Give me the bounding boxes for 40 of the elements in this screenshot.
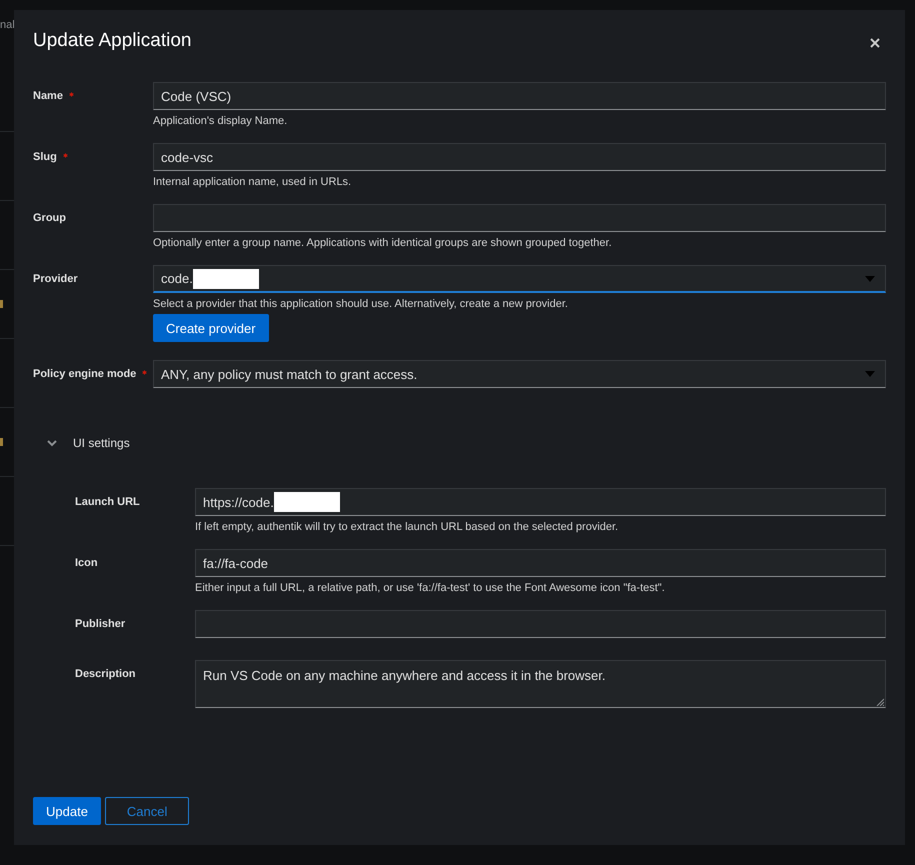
helper-text: Internal application name, used in URLs. <box>153 176 352 188</box>
background-text: nal <box>0 19 15 31</box>
resize-handle-icon <box>876 698 884 706</box>
text-area[interactable]: Run VS Code on any machine anywhere and access it in the browser. <box>195 660 886 708</box>
chevron-icon[interactable] <box>47 440 57 446</box>
field-label: Slug <box>33 151 57 163</box>
dialog-title: Update Application <box>33 30 192 52</box>
field-label: Publisher <box>75 618 126 630</box>
caret-icon <box>865 371 875 377</box>
helper-text: Optionally enter a group name. Applications with identical groups are shown grouped together. <box>153 237 613 249</box>
update-button[interactable]: Update <box>33 797 101 825</box>
input-field[interactable]: Code (VSC) <box>153 82 886 110</box>
close-icon[interactable] <box>870 38 880 48</box>
helper-text: Select a provider that this application should use. Alternatively, create a new provider. <box>153 298 569 310</box>
select-field[interactable]: code. <box>153 265 886 293</box>
required-icon <box>62 153 68 158</box>
cancel-button[interactable]: Cancel <box>104 797 190 825</box>
helper-text: Application's display Name. <box>153 115 288 127</box>
field-label: Policy engine mode <box>33 368 136 380</box>
input-field[interactable] <box>153 204 886 232</box>
field-label: Launch URL <box>75 496 140 508</box>
field-label: Provider <box>33 273 78 285</box>
create-provider-button[interactable]: Create provider <box>153 314 269 342</box>
helper-text: If left empty, authentik will try to extract the launch URL based on the selected provider. <box>195 521 620 533</box>
section-toggle[interactable]: UI settings <box>73 436 130 450</box>
input-field[interactable]: code-vsc <box>153 143 886 171</box>
input-field[interactable]: https://code. <box>195 488 886 516</box>
input-field[interactable]: fa://fa-code <box>195 549 886 577</box>
status-icon <box>0 438 3 446</box>
helper-text: Either input a full URL, a relative path, or use 'fa://fa-test' to use the Font Awesome icon "fa-test". <box>195 582 666 594</box>
field-label: Icon <box>75 557 98 569</box>
required-icon <box>68 92 74 97</box>
field-label: Description <box>75 668 136 680</box>
select-field[interactable]: ANY, any policy must match to grant access. <box>153 360 886 388</box>
caret-icon <box>865 276 875 282</box>
required-icon <box>142 370 148 375</box>
status-icon <box>0 300 3 308</box>
input-field[interactable] <box>195 610 886 638</box>
field-label: Name <box>33 90 63 102</box>
field-label: Group <box>33 212 66 224</box>
